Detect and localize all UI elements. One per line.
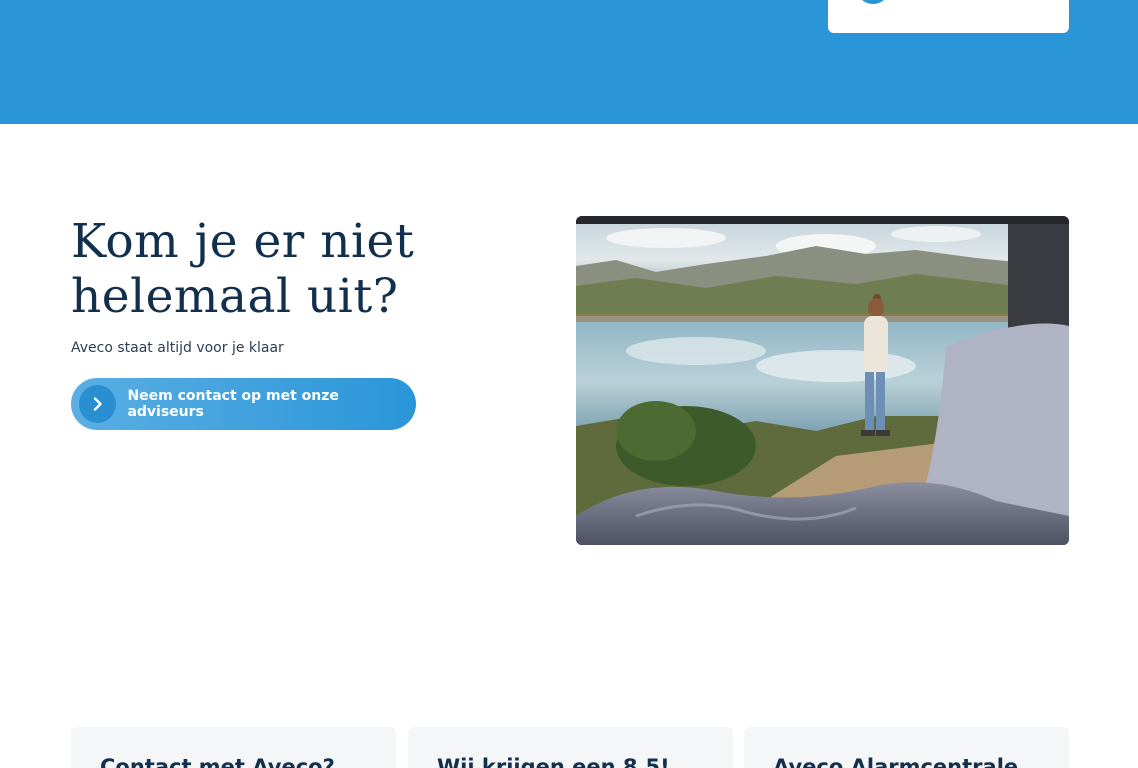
card-alarm-center-title: Aveco Alarmcentrale [773,755,1019,768]
card-contact[interactable]: Contact met Aveco? [71,727,396,768]
widget-icon [856,0,890,4]
header-widget-card[interactable] [828,0,1069,33]
hero-photo [576,216,1069,545]
card-contact-title: Contact met Aveco? [100,755,335,768]
hero-title-line-1: Kom je er niet [71,214,415,269]
card-rating-title: Wij krijgen een 8,5! [437,755,670,768]
hero-title: Kom je er niet helemaal uit? [71,214,491,324]
card-rating[interactable]: Wij krijgen een 8,5! [408,727,733,768]
contact-advisors-button[interactable]: Neem contact op met onze adviseurs [71,378,416,430]
header-band [0,0,1138,124]
chevron-right-icon [79,385,117,423]
hero-title-line-2: helemaal uit? [71,269,399,324]
contact-advisors-label: Neem contact op met onze adviseurs [127,388,339,420]
card-alarm-center[interactable]: Aveco Alarmcentrale [744,727,1069,768]
hero-subtitle: Aveco staat altijd voor je klaar [71,340,284,356]
